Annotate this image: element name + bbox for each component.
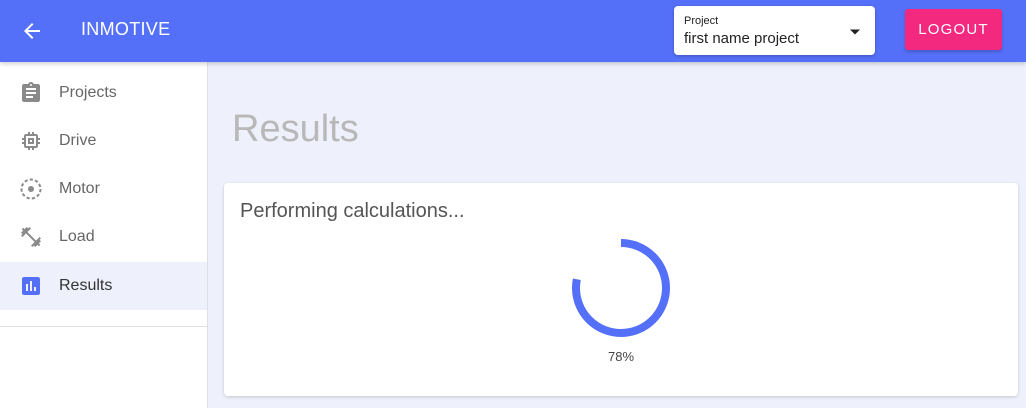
app-bar: INMOTIVE Project first name project LOGO… xyxy=(0,0,1026,62)
chip-icon xyxy=(22,132,40,150)
page-title: Results xyxy=(232,108,359,150)
sidebar-item-motor[interactable]: Motor xyxy=(0,165,207,213)
progress-percent: 78% xyxy=(607,349,635,364)
calculation-status: Performing calculations... xyxy=(240,200,465,222)
sidebar-item-label: Projects xyxy=(59,84,117,101)
sidebar-divider xyxy=(0,326,207,327)
sidebar-item-drive[interactable]: Drive xyxy=(0,117,207,165)
dumbbell-icon xyxy=(21,227,41,247)
sidebar-item-load[interactable]: Load xyxy=(0,213,207,261)
clipboard-icon xyxy=(22,82,40,102)
sidebar-item-projects[interactable]: Projects xyxy=(0,69,207,117)
progress-spinner xyxy=(572,239,670,337)
sidebar-item-label: Load xyxy=(59,228,95,245)
bar-chart-icon xyxy=(22,277,40,295)
caret-down-icon xyxy=(850,29,860,35)
sidebar-item-label: Motor xyxy=(59,180,100,197)
sidebar: Projects Drive Motor Load Results xyxy=(0,62,208,408)
project-select-value: first name project xyxy=(684,30,800,47)
sidebar-item-label: Results xyxy=(59,277,113,294)
motor-icon xyxy=(20,178,42,200)
logout-button[interactable]: LOGOUT xyxy=(905,9,1002,50)
arrow-back-icon xyxy=(24,23,40,39)
project-select-label: Project xyxy=(684,15,719,27)
sidebar-item-label: Drive xyxy=(59,132,97,149)
progress-arc xyxy=(572,239,670,337)
back-button[interactable] xyxy=(16,16,48,46)
sidebar-item-results[interactable]: Results xyxy=(0,262,207,310)
results-card: Performing calculations... 78% xyxy=(224,183,1018,396)
project-select[interactable]: Project first name project xyxy=(674,6,875,55)
app-title: INMOTIVE xyxy=(81,19,171,39)
